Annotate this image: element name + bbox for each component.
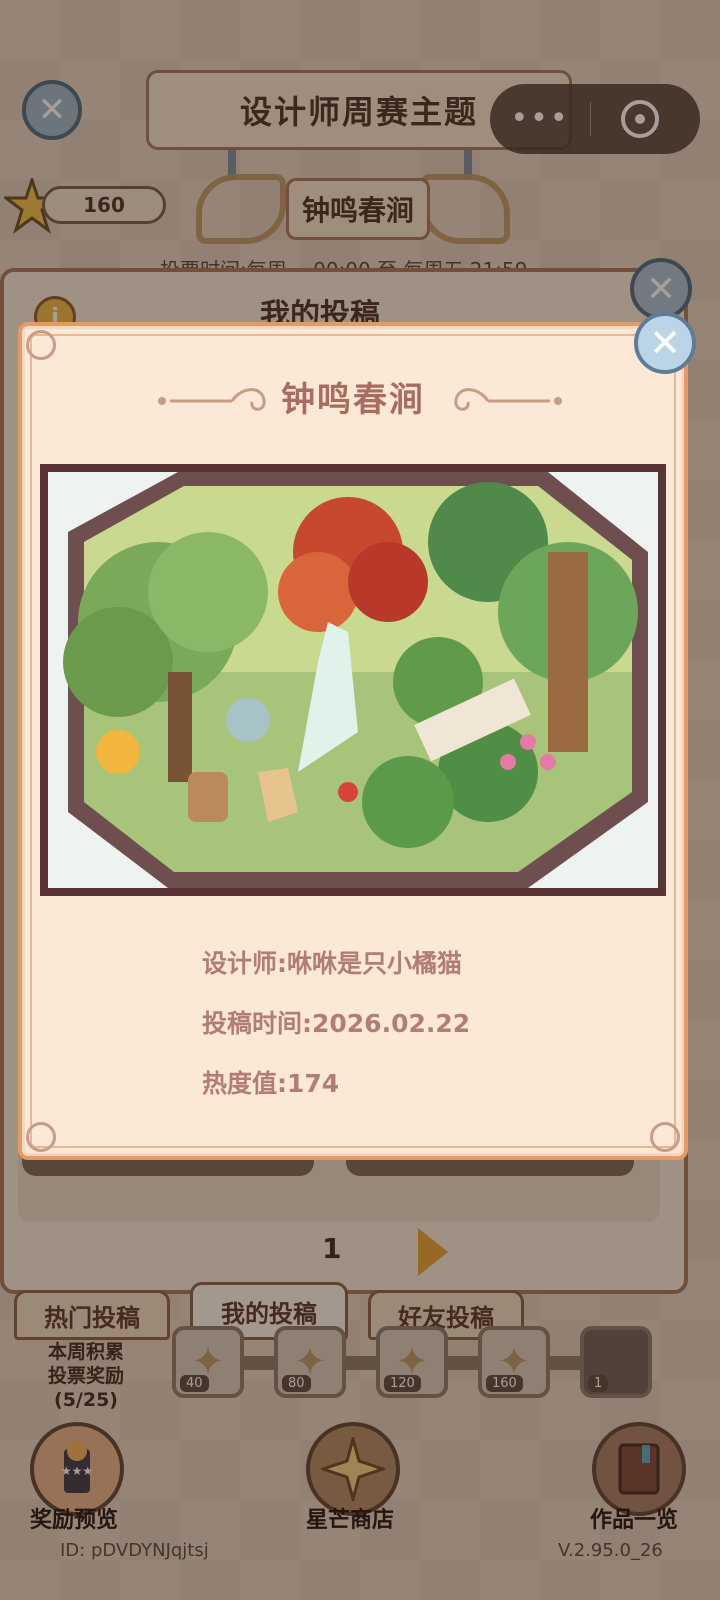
modal-close-button[interactable]: ✕: [634, 312, 696, 374]
corner-ornament: [650, 1122, 680, 1152]
submit-time-info: 投稿时间:2026.02.22: [202, 1009, 471, 1038]
designer-info: 设计师:咻咻是只小橘猫: [202, 949, 462, 978]
title-flourish-right: [454, 388, 562, 411]
heat-value-info: 热度值:174: [202, 1069, 340, 1098]
modal-title: 钟鸣春涧: [281, 380, 425, 420]
garden-illustration: [48, 472, 658, 888]
submission-artwork: [40, 464, 666, 896]
corner-ornament: [26, 1122, 56, 1152]
corner-ornament: [26, 330, 56, 360]
close-icon: ✕: [649, 321, 681, 365]
